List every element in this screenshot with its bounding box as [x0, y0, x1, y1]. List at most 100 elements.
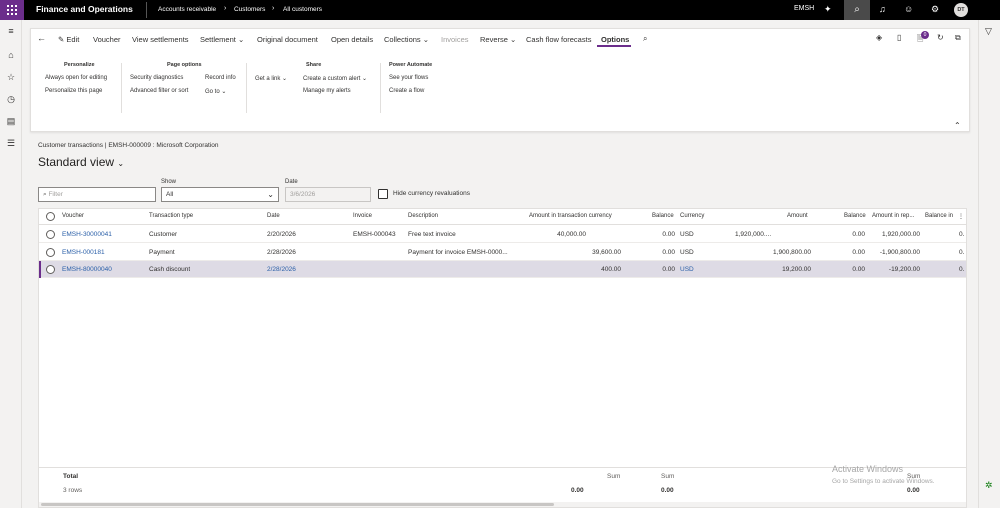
record-info-button[interactable]: Record info: [205, 75, 236, 81]
col-amount-reporting[interactable]: Amount in rep...: [872, 213, 914, 219]
copilot-icon[interactable]: ✦: [824, 4, 832, 15]
copilot-chat-icon[interactable]: ✲: [985, 480, 993, 491]
cell-balance-2: 0.00: [852, 266, 865, 273]
cell-balance-in: 0.: [959, 266, 965, 273]
refresh-icon[interactable]: ↻: [937, 33, 944, 42]
cell-balance-in: 0.: [959, 231, 965, 238]
app-title[interactable]: Finance and Operations: [36, 4, 133, 14]
personalize-this-page-button[interactable]: Personalize this page: [45, 88, 102, 94]
show-value: All: [166, 191, 174, 198]
create-a-flow-button[interactable]: Create a flow: [389, 88, 424, 94]
cell-amount-tc: 400.00: [601, 266, 621, 273]
scrollbar-thumb[interactable]: [41, 503, 554, 506]
create-custom-alert-menu[interactable]: Create a custom alert ⌄: [303, 75, 367, 82]
avatar[interactable]: DT: [954, 3, 968, 17]
footer-sum-label: Sum: [607, 473, 621, 480]
select-all-radio[interactable]: [46, 212, 55, 221]
footer-total-label: Total: [63, 473, 79, 480]
view-selector[interactable]: Standard view ⌄: [38, 155, 124, 169]
manage-my-alerts-button[interactable]: Manage my alerts: [303, 88, 351, 94]
cell-amount-tc: 39,600.00: [592, 249, 621, 256]
settlement-menu[interactable]: Settlement ⌄: [200, 35, 244, 44]
breadcrumb-customers[interactable]: Customers: [234, 6, 265, 13]
company-picker[interactable]: EMSH: [794, 5, 814, 12]
group-title-share: Share: [306, 62, 322, 68]
advanced-filter-button[interactable]: Advanced filter or sort: [130, 88, 188, 94]
open-details-button[interactable]: Open details: [331, 35, 373, 44]
col-balance-2[interactable]: Balance: [844, 213, 866, 219]
breadcrumb-all-customers[interactable]: All customers: [283, 6, 322, 13]
security-diagnostics-button[interactable]: Security diagnostics: [130, 75, 183, 81]
col-amount[interactable]: Amount: [787, 213, 808, 219]
active-tab-indicator: [597, 45, 631, 47]
column-options-icon[interactable]: ⋮: [958, 213, 964, 220]
home-icon[interactable]: ⌂: [5, 50, 17, 60]
search-icon[interactable]: ⌕: [844, 0, 870, 20]
row-select-radio[interactable]: [46, 248, 55, 257]
star-icon[interactable]: ☆: [5, 72, 17, 83]
gear-icon[interactable]: ⚙: [931, 4, 939, 15]
horizontal-scrollbar[interactable]: [39, 502, 966, 507]
filter-input[interactable]: ⌕ Filter: [38, 187, 156, 202]
cash-flow-forecasts-button[interactable]: Cash flow forecasts: [526, 35, 591, 44]
top-bar: Finance and Operations Accounts receivab…: [0, 0, 1000, 20]
invoices-button[interactable]: Invoices: [441, 35, 469, 44]
see-your-flows-button[interactable]: See your flows: [389, 75, 428, 81]
clock-icon[interactable]: ◷: [5, 94, 17, 105]
row-select-radio[interactable]: [46, 265, 55, 274]
original-document-button[interactable]: Original document: [257, 35, 318, 44]
col-amount-tc[interactable]: Amount in transaction currency: [529, 213, 612, 219]
cell-amount: 1,900,800.00: [773, 249, 811, 256]
office-icon[interactable]: ▯: [897, 33, 901, 42]
voucher-link[interactable]: EMSH-80000040: [62, 266, 112, 273]
transactions-grid: Voucher Transaction type Date Invoice De…: [38, 208, 967, 508]
hamburger-icon[interactable]: ≡: [5, 26, 17, 36]
workspace-icon[interactable]: ▤: [5, 116, 17, 127]
footer-sum-label: Sum: [661, 473, 675, 480]
row-select-radio[interactable]: [46, 230, 55, 239]
col-voucher[interactable]: Voucher: [62, 213, 84, 219]
chevron-right-icon: ›: [272, 5, 275, 12]
tab-options[interactable]: Options: [601, 35, 629, 44]
col-date[interactable]: Date: [267, 213, 280, 219]
go-to-menu[interactable]: Go to ⌄: [205, 88, 226, 95]
voucher-button[interactable]: Voucher: [93, 35, 121, 44]
chevron-down-icon: ⌄: [267, 190, 274, 199]
voucher-link[interactable]: EMSH-000181: [62, 249, 105, 256]
list-icon[interactable]: ☰: [5, 138, 17, 149]
collapse-ribbon-icon[interactable]: ⌃: [954, 121, 961, 130]
cell-description: Payment for invoice EMSH-0000...: [408, 249, 508, 256]
bell-icon[interactable]: ♫: [879, 4, 886, 14]
show-dropdown[interactable]: All ⌄: [161, 187, 279, 202]
breadcrumb-accounts-receivable[interactable]: Accounts receivable: [158, 6, 216, 13]
filter-icon[interactable]: ▽: [985, 26, 992, 37]
edit-button[interactable]: ✎ Edit: [58, 35, 79, 44]
back-icon[interactable]: ←: [37, 33, 46, 43]
collections-menu[interactable]: Collections ⌄: [384, 35, 429, 44]
col-balance[interactable]: Balance: [652, 213, 674, 219]
col-transaction-type[interactable]: Transaction type: [149, 213, 193, 219]
col-invoice[interactable]: Invoice: [353, 213, 372, 219]
left-nav: ≡ ⌂ ☆ ◷ ▤ ☰: [0, 20, 22, 508]
open-new-window-icon[interactable]: ⧉: [955, 33, 961, 43]
cell-type: Payment: [149, 249, 175, 256]
cell-currency: USD: [680, 249, 694, 256]
col-balance-in[interactable]: Balance in: [925, 213, 953, 219]
reverse-menu[interactable]: Reverse ⌄: [480, 35, 516, 44]
hide-reval-checkbox[interactable]: [378, 189, 388, 199]
get-a-link-menu[interactable]: Get a link ⌄: [255, 75, 287, 82]
voucher-link[interactable]: EMSH-30000041: [62, 231, 112, 238]
view-settlements-button[interactable]: View settlements: [132, 35, 189, 44]
col-description[interactable]: Description: [408, 213, 438, 219]
table-row[interactable]: EMSH-30000041 Customer 2/20/2026 EMSH-00…: [39, 226, 966, 243]
search-icon[interactable]: ⌕: [643, 34, 647, 44]
table-row[interactable]: EMSH-80000040 Cash discount 2/28/2026 40…: [39, 261, 966, 278]
col-currency[interactable]: Currency: [680, 213, 704, 219]
app-launcher-icon[interactable]: [0, 0, 24, 20]
footer-sum-amount-tc: 0.00: [571, 487, 584, 494]
cell-amount-reporting: 1,920,000.00: [882, 231, 920, 238]
always-open-for-editing-button[interactable]: Always open for editing: [45, 75, 107, 81]
table-row[interactable]: EMSH-000181 Payment 2/28/2026 Payment fo…: [39, 244, 966, 261]
power-apps-icon[interactable]: ◈: [876, 33, 882, 42]
smiley-icon[interactable]: ☺: [904, 4, 913, 14]
